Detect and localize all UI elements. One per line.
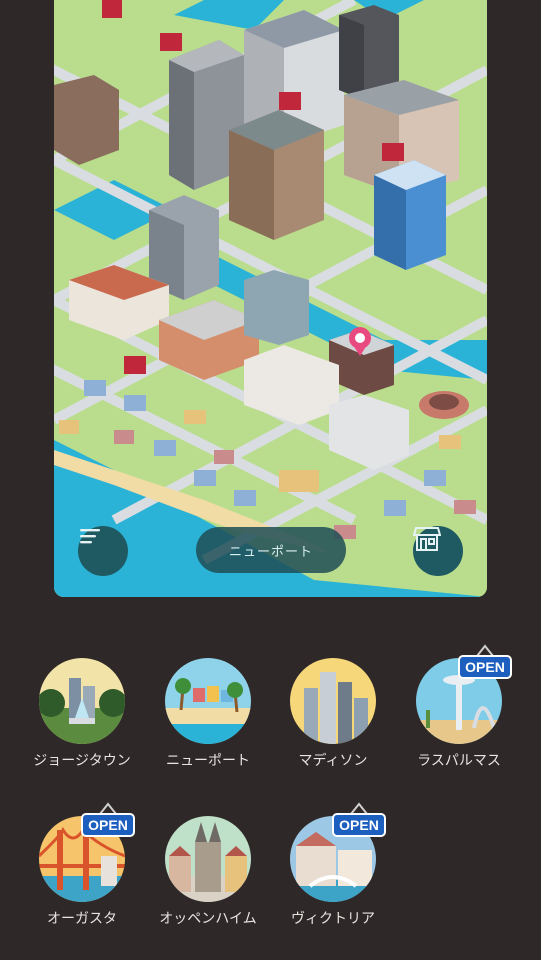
open-tag-icon: OPEN [81, 802, 135, 837]
city-name: ヴィクトリア [291, 910, 375, 926]
oppenheim-thumbnail [165, 816, 251, 902]
city-map-view[interactable]: ニューポート [54, 0, 487, 597]
city-newport[interactable]: ニューポート [148, 658, 268, 770]
newport-thumbnail [165, 658, 251, 744]
city-augusta[interactable]: OPEN オーガスタ [22, 802, 142, 928]
city-name: オーガスタ [47, 910, 117, 926]
city-victoria[interactable]: OPEN ヴィクトリア [273, 802, 393, 928]
city-oppenheim[interactable]: オッペンハイム [148, 816, 268, 928]
city-name: ジョージタウン [33, 752, 131, 768]
madison-thumbnail [290, 658, 376, 744]
storefront-icon [413, 527, 441, 551]
svg-text:OPEN: OPEN [465, 659, 505, 675]
svg-text:OPEN: OPEN [88, 817, 128, 833]
menu-button[interactable] [78, 526, 128, 576]
open-tag-icon: OPEN [458, 644, 512, 679]
city-madison[interactable]: マディソン [273, 658, 393, 770]
current-city-label[interactable]: ニューポート [196, 527, 346, 573]
city-las-palmas[interactable]: OPEN ラスパルマス [399, 644, 519, 770]
georgetown-thumbnail [39, 658, 125, 744]
city-name: ラスパルマス [417, 752, 501, 768]
city-name: マディソン [298, 752, 368, 768]
city-name: ニューポート [166, 752, 250, 768]
svg-text:OPEN: OPEN [339, 817, 379, 833]
city-georgetown[interactable]: ジョージタウン [22, 658, 142, 770]
shop-button[interactable] [413, 526, 463, 576]
city-name: オッペンハイム [159, 910, 257, 926]
isometric-city-map[interactable] [54, 0, 487, 597]
open-tag-icon: OPEN [332, 802, 386, 837]
menu-lines-icon [80, 529, 100, 544]
